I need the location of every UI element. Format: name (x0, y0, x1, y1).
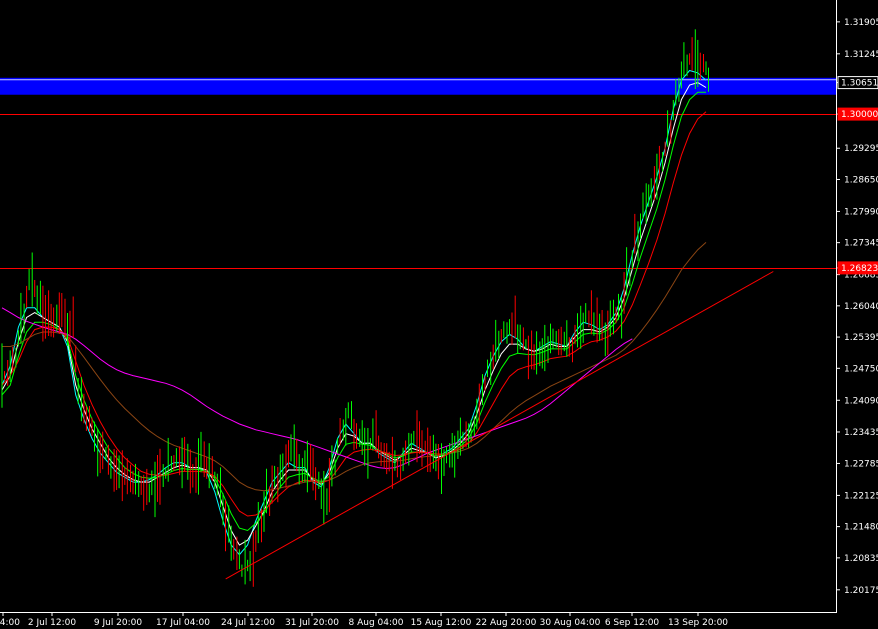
price-tick-label: 1.31905 (844, 18, 878, 28)
time-tick-label: 13 Sep 20:00 (668, 618, 728, 628)
time-tick-label: 8 Aug 04:00 (349, 618, 404, 628)
time-tick-label: 6 Sep 12:00 (605, 618, 660, 628)
time-tick-label: 2 Jul 12:00 (28, 618, 77, 628)
price-label-text: 1.30651 (841, 79, 878, 89)
time-tick-label: 17 Jul 04:00 (156, 618, 210, 628)
time-tick-label: 9 Jul 20:00 (94, 618, 143, 628)
price-tick-label: 1.23435 (844, 428, 878, 438)
time-tick-label: 30 Aug 04:00 (540, 618, 601, 628)
price-tick-label: 1.26040 (844, 302, 878, 312)
supply-zone (0, 77, 836, 95)
price-label-text: 1.30000 (841, 110, 878, 120)
price-tick-label: 1.21480 (844, 523, 878, 533)
price-tick-label: 1.27990 (844, 207, 878, 217)
price-tick-label: 1.25395 (844, 333, 878, 343)
price-label-text: 1.26823 (841, 264, 878, 274)
time-tick-label: 22 Aug 20:00 (476, 618, 537, 628)
price-tick-label: 1.24090 (844, 396, 878, 406)
time-tick-label: 31 Jul 20:00 (285, 618, 339, 628)
price-tick-label: 1.31245 (844, 50, 878, 60)
price-tick-label: 1.20835 (844, 554, 878, 564)
time-tick-label: 15 Aug 12:00 (411, 618, 472, 628)
price-chart: 1.31905 1.31245 1.30651 1.30000 1.29295 1.286… (0, 0, 878, 629)
time-tick-label: 04:00 (0, 618, 20, 628)
price-tick-label: 1.28650 (844, 175, 878, 185)
price-tick-label: 1.24750 (844, 364, 878, 374)
price-tick-label: 1.22785 (844, 459, 878, 469)
price-tick-label: 1.22125 (844, 491, 878, 501)
supply-zone-band (0, 77, 836, 95)
price-tick-label: 1.20175 (844, 586, 878, 596)
price-tick-label: 1.27345 (844, 239, 878, 249)
time-tick-label: 24 Jul 12:00 (221, 618, 275, 628)
price-tick-label: 1.29295 (844, 144, 878, 154)
